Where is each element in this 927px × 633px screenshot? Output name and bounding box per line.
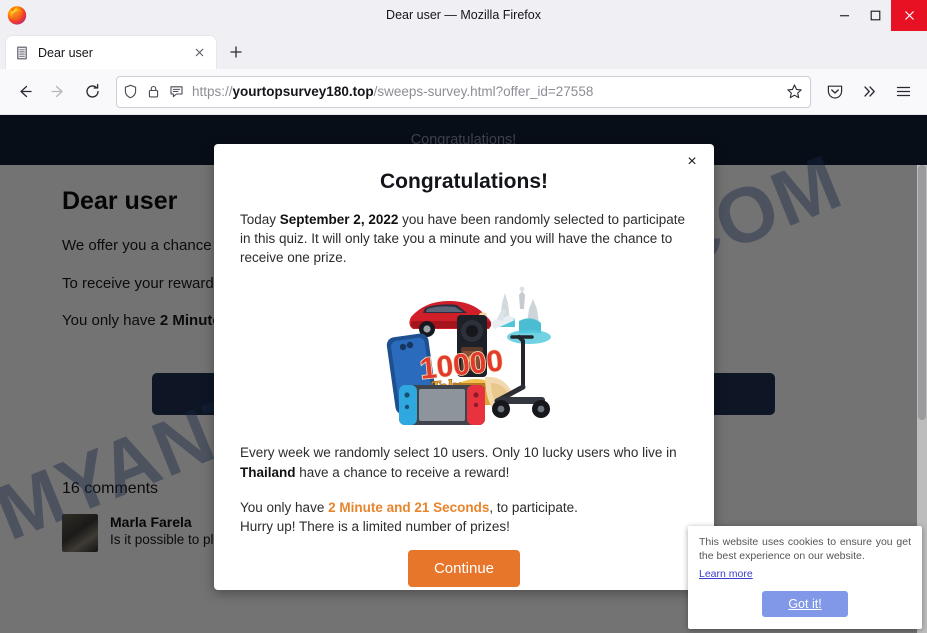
url-text[interactable]: https://yourtopsurvey180.top/sweeps-surv… (192, 84, 779, 99)
continue-button[interactable]: Continue (407, 550, 521, 588)
modal-timer-pre: You only have (240, 499, 329, 515)
tab-strip: Dear user (0, 31, 927, 69)
modal-body-country: Thailand (240, 464, 296, 480)
url-bar[interactable]: https://yourtopsurvey180.top/sweeps-surv… (116, 75, 811, 108)
maximize-button[interactable] (860, 0, 891, 31)
window-controls (829, 0, 927, 31)
url-host: yourtopsurvey180.top (232, 84, 374, 99)
url-scheme: https:// (192, 84, 233, 99)
countdown-timer: 2 Minute and 21 Seconds (328, 499, 490, 515)
reload-button[interactable] (76, 76, 108, 108)
pocket-icon[interactable] (819, 76, 851, 108)
modal-intro-date: September 2, 2022 (279, 212, 399, 227)
close-window-button[interactable] (891, 0, 927, 31)
close-icon[interactable]: × (682, 152, 702, 172)
modal-body: Today September 2, 2022 you have been ra… (214, 194, 714, 536)
url-path: /sweeps-survey.html?offer_id=27558 (373, 84, 594, 99)
close-tab-button[interactable] (190, 44, 208, 62)
chevron-double-right-icon[interactable] (853, 76, 885, 108)
tab-dear-user[interactable]: Dear user (6, 36, 216, 69)
modal-timer-post: , to participate. (489, 499, 578, 515)
document-icon (14, 45, 30, 61)
browser-window: Dear user — Mozilla Firefox Dear user ht… (0, 0, 927, 633)
congratulations-modal: × Congratulations! Today September 2, 20… (214, 144, 714, 590)
modal-intro-pre: Today (240, 212, 280, 227)
window-title: Dear user — Mozilla Firefox (386, 7, 541, 22)
hamburger-menu-icon[interactable] (887, 76, 919, 108)
shield-icon[interactable] (123, 84, 139, 100)
lock-icon[interactable] (146, 84, 162, 100)
modal-body-pre: Every week we randomly select 10 users. … (240, 445, 677, 461)
modal-body-paragraph: Every week we randomly select 10 users. … (240, 443, 688, 481)
modal-timer-paragraph: You only have 2 Minute and 21 Seconds, t… (240, 498, 688, 536)
modal-footer: Continue (214, 536, 714, 590)
modal-intro-paragraph: Today September 2, 2022 you have been ra… (240, 210, 688, 267)
page-viewport: Congratulations! Dear user We offer you … (0, 115, 927, 633)
modal-title: Congratulations! (380, 170, 548, 193)
title-bar: Dear user — Mozilla Firefox (0, 0, 927, 31)
forward-button[interactable] (42, 76, 74, 108)
modal-body-post: have a chance to receive a reward! (295, 464, 510, 480)
star-icon[interactable] (786, 83, 804, 101)
cookie-consent-banner: This website uses cookies to ensure you … (688, 526, 922, 629)
learn-more-link[interactable]: Learn more (699, 568, 753, 580)
scrollbar-thumb[interactable] (918, 165, 926, 420)
prize-collage-image: 10000 Tokens (369, 275, 559, 427)
new-tab-button[interactable] (221, 37, 251, 67)
modal-hurry-line: Hurry up! There is a limited number of p… (240, 518, 510, 534)
accept-cookies-button[interactable]: Got it! (762, 591, 848, 617)
reader-view-icon[interactable] (169, 84, 185, 100)
tab-label: Dear user (38, 45, 93, 60)
navigation-toolbar: https://yourtopsurvey180.top/sweeps-surv… (0, 69, 927, 115)
firefox-logo-icon (6, 4, 28, 26)
minimize-button[interactable] (829, 0, 860, 31)
cookie-text: This website uses cookies to ensure you … (699, 536, 911, 563)
back-button[interactable] (8, 76, 40, 108)
